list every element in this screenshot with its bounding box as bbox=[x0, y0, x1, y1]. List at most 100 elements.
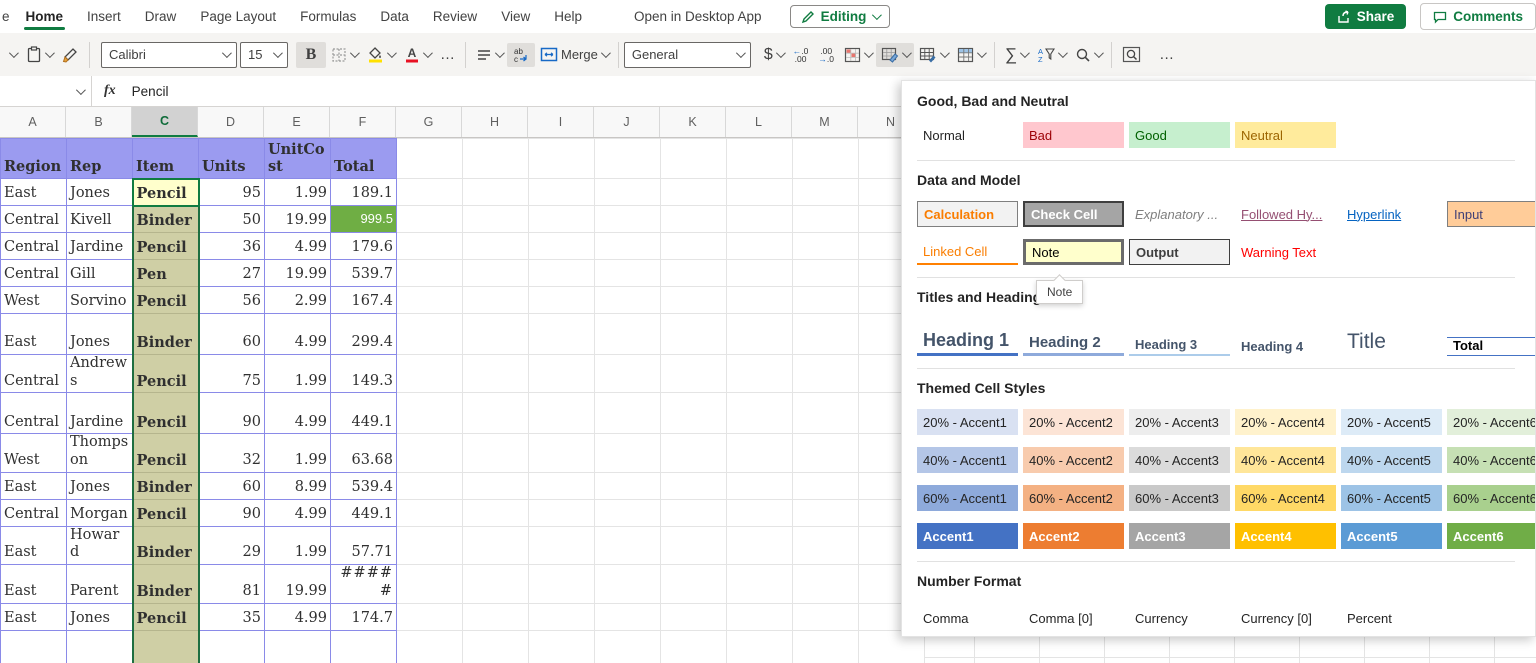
cell-units[interactable]: 90 bbox=[198, 392, 265, 435]
cell-rep[interactable]: Smith bbox=[66, 629, 133, 663]
cell-total[interactable]: 189.1 bbox=[330, 178, 397, 206]
cell-total[interactable]: 149.3 bbox=[330, 353, 397, 394]
borders-button[interactable] bbox=[326, 43, 362, 67]
header-cell-unitcost[interactable]: UnitCost bbox=[264, 138, 331, 179]
cell-styles-button[interactable] bbox=[875, 42, 914, 67]
cell-rep[interactable]: Howard bbox=[66, 525, 133, 566]
cell-rep[interactable]: Andrews bbox=[66, 353, 133, 394]
cell-style-swatch[interactable]: 20% - Accent5 bbox=[1341, 409, 1442, 435]
cell-style-swatch[interactable]: Good bbox=[1129, 122, 1230, 148]
font-name-select[interactable]: Calibri bbox=[101, 41, 237, 68]
cell-total[interactable]: 539.4 bbox=[330, 471, 397, 500]
menu-tab[interactable]: Insert bbox=[75, 2, 133, 32]
cell-style-swatch[interactable]: 20% - Accent6 bbox=[1447, 409, 1535, 435]
cell-item[interactable]: Pencil bbox=[131, 232, 200, 260]
cell-rep[interactable]: Jardine bbox=[66, 232, 133, 260]
cell-style-swatch[interactable]: Explanatory ... bbox=[1129, 201, 1230, 227]
cell-item[interactable]: Pencil bbox=[131, 498, 200, 527]
cell-region[interactable]: Central bbox=[0, 498, 67, 527]
cell-region[interactable]: Central bbox=[0, 232, 67, 260]
cell-unitcost[interactable]: 4.99 bbox=[264, 232, 331, 260]
cell-rep[interactable]: Kivell bbox=[66, 205, 133, 233]
column-header[interactable]: J bbox=[594, 107, 660, 137]
cell-item[interactable]: Desk bbox=[131, 629, 200, 663]
fill-color-button[interactable] bbox=[362, 42, 399, 67]
cell-region[interactable]: East bbox=[0, 564, 67, 604]
cell-units[interactable]: 35 bbox=[198, 602, 265, 631]
cell-units[interactable]: 90 bbox=[198, 498, 265, 527]
column-header[interactable]: E bbox=[264, 107, 330, 137]
cell-units[interactable]: 56 bbox=[198, 286, 265, 314]
cell-units[interactable]: 60 bbox=[198, 471, 265, 500]
cell-rep[interactable]: Thompson bbox=[66, 433, 133, 473]
menu-tab[interactable]: Page Layout bbox=[188, 2, 288, 32]
cell-style-swatch[interactable]: Currency [0] bbox=[1235, 605, 1336, 631]
cell-item[interactable]: Binder bbox=[131, 313, 200, 355]
cell-style-swatch[interactable]: Calculation bbox=[917, 201, 1018, 227]
cell-rep[interactable]: Jones bbox=[66, 602, 133, 631]
menu-tab[interactable]: Draw bbox=[133, 2, 189, 32]
font-size-select[interactable]: 15 bbox=[240, 41, 288, 68]
column-header[interactable]: G bbox=[396, 107, 462, 137]
column-header[interactable]: D bbox=[198, 107, 264, 137]
column-header[interactable]: I bbox=[528, 107, 594, 137]
cell-style-swatch[interactable]: 60% - Accent2 bbox=[1023, 485, 1124, 511]
cell-item[interactable]: Pen bbox=[131, 259, 200, 287]
cell-region[interactable]: East bbox=[0, 602, 67, 631]
cell-rep[interactable]: Sorvino bbox=[66, 286, 133, 314]
number-format-select[interactable]: General bbox=[623, 41, 751, 68]
cell-region[interactable]: East bbox=[0, 471, 67, 500]
cell-region[interactable]: West bbox=[0, 433, 67, 473]
cell-total[interactable]: ##### bbox=[330, 564, 397, 604]
cell-region[interactable]: East bbox=[0, 313, 67, 355]
column-header[interactable]: A bbox=[0, 107, 66, 137]
cell-unitcost[interactable]: 4.99 bbox=[264, 602, 331, 631]
find-button[interactable] bbox=[1070, 43, 1106, 67]
cell-style-swatch[interactable]: Accent2 bbox=[1023, 523, 1124, 549]
editing-mode-button[interactable]: Editing bbox=[789, 5, 891, 28]
cell-style-swatch[interactable]: Comma [0] bbox=[1023, 605, 1124, 631]
share-button[interactable]: Share bbox=[1324, 4, 1407, 29]
cell-total[interactable]: 999.5 bbox=[330, 205, 397, 233]
sort-filter-button[interactable]: A Z bbox=[1032, 43, 1070, 67]
cell-unitcost[interactable]: 4.99 bbox=[264, 313, 331, 355]
format-as-table-button[interactable] bbox=[914, 43, 952, 67]
cell-item[interactable]: Binder bbox=[131, 471, 200, 500]
cell-unitcost[interactable]: 1.99 bbox=[264, 433, 331, 473]
menu-tab[interactable]: View bbox=[489, 2, 542, 32]
cell-style-swatch[interactable]: Note bbox=[1023, 239, 1124, 265]
column-header[interactable]: K bbox=[660, 107, 726, 137]
cell-style-swatch[interactable]: 60% - Accent1 bbox=[917, 485, 1018, 511]
open-in-desktop-link[interactable]: Open in Desktop App bbox=[634, 9, 762, 24]
cell-item[interactable]: Pencil bbox=[131, 602, 200, 631]
header-cell-region[interactable]: Region bbox=[0, 138, 67, 179]
menu-tab[interactable]: Data bbox=[368, 2, 421, 32]
cell-style-swatch[interactable]: Accent1 bbox=[917, 523, 1018, 549]
cell-style-swatch[interactable]: 20% - Accent4 bbox=[1235, 409, 1336, 435]
cell-style-swatch[interactable]: Title bbox=[1341, 330, 1442, 356]
cell-rep[interactable]: Jones bbox=[66, 313, 133, 355]
cell-style-swatch[interactable]: Heading 4 bbox=[1235, 339, 1336, 356]
cell-unitcost[interactable]: 4.99 bbox=[264, 498, 331, 527]
cell-region[interactable]: Central bbox=[0, 205, 67, 233]
wrap-text-button[interactable]: ab c bbox=[507, 42, 535, 67]
cell-units[interactable]: 36 bbox=[198, 232, 265, 260]
cell-unitcost[interactable]: 4.99 bbox=[264, 392, 331, 435]
cell-style-swatch[interactable]: Output bbox=[1129, 239, 1230, 265]
cell-region[interactable]: Central bbox=[0, 392, 67, 435]
cell-region[interactable]: Central bbox=[0, 259, 67, 287]
cell-unitcost[interactable]: 8.99 bbox=[264, 471, 331, 500]
cell-style-swatch[interactable]: Bad bbox=[1023, 122, 1124, 148]
cell-rep[interactable]: Jardine bbox=[66, 392, 133, 435]
cell-total[interactable]: 174.7 bbox=[330, 602, 397, 631]
cell-rep[interactable]: Jones bbox=[66, 471, 133, 500]
cell-style-swatch[interactable]: Heading 3 bbox=[1129, 337, 1230, 356]
cell-total[interactable]: 539.7 bbox=[330, 259, 397, 287]
column-header[interactable]: B bbox=[66, 107, 132, 137]
conditional-formatting-button[interactable] bbox=[839, 43, 876, 67]
cell-style-swatch[interactable]: 40% - Accent2 bbox=[1023, 447, 1124, 473]
cell-region[interactable]: East bbox=[0, 525, 67, 566]
menu-tab[interactable]: Help bbox=[542, 2, 594, 32]
cell-unitcost[interactable]: 19.99 bbox=[264, 564, 331, 604]
name-box[interactable] bbox=[0, 76, 92, 106]
